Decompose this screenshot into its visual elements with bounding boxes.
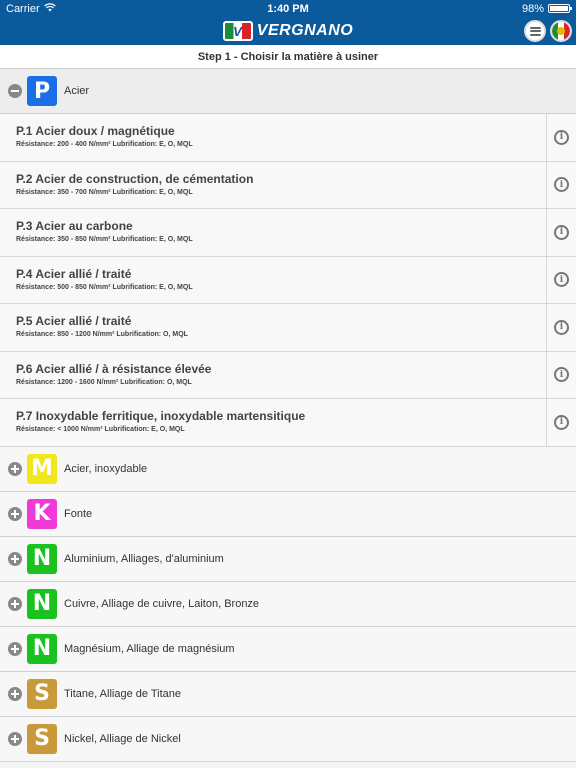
group-label: Fonte: [64, 507, 93, 520]
info-icon: i: [554, 272, 569, 288]
material-item-subtitle: Résistance: < 1000 N/mm² Lubrification: …: [16, 426, 185, 433]
group-header-p[interactable]: P Acier: [0, 69, 576, 114]
material-list: P Acier P.1 Acier doux / magnétique Résis…: [0, 69, 576, 762]
nav-bar: V VERGNANO: [0, 17, 576, 45]
material-badge: S: [27, 723, 57, 754]
group-header[interactable]: M Acier, inoxydable: [0, 446, 576, 492]
battery-icon: [548, 4, 572, 13]
material-item-title: P.1 Acier doux / magnétique: [16, 124, 175, 138]
material-item-subtitle: Résistance: 350 - 700 N/mm² Lubrificatio…: [16, 188, 193, 196]
material-item-title: P.5 Acier allié / traité: [16, 314, 132, 328]
material-item-body[interactable]: P.1 Acier doux / magnétique Résistance: 2…: [0, 114, 546, 161]
material-badge: M: [27, 453, 57, 484]
group-label: Aluminium, Alliages, d'aluminium: [64, 552, 224, 565]
expand-icon[interactable]: [8, 731, 22, 746]
info-icon: i: [554, 367, 569, 383]
expand-icon[interactable]: [8, 506, 22, 521]
material-item-title: P.6 Acier allié / à résistance élevée: [16, 361, 212, 376]
material-badge: N: [27, 588, 57, 619]
group-header[interactable]: N Aluminium, Alliages, d'aluminium: [0, 536, 576, 582]
material-badge: N: [27, 633, 57, 664]
brand-name: VERGNANO: [256, 22, 354, 39]
status-time: 1:40 PM: [267, 2, 309, 15]
material-item-body[interactable]: P.4 Acier allié / traité Résistance: 500 …: [0, 257, 546, 304]
expand-icon[interactable]: [8, 596, 22, 611]
material-item-body[interactable]: P.3 Acier au carbone Résistance: 350 - 85…: [0, 209, 546, 256]
material-item[interactable]: P.3 Acier au carbone Résistance: 350 - 85…: [0, 209, 576, 257]
expand-icon[interactable]: [8, 641, 22, 656]
material-item-body[interactable]: P.5 Acier allié / traité Résistance: 850 …: [0, 304, 546, 351]
material-item-subtitle: Résistance: 850 - 1200 N/mm² Lubrificati…: [16, 331, 188, 338]
group-header[interactable]: S Nickel, Alliage de Nickel: [0, 716, 576, 762]
material-item-subtitle: Résistance: 200 - 400 N/mm² Lubrificatio…: [16, 141, 193, 148]
group-header[interactable]: N Cuivre, Alliage de cuivre, Laiton, Bron…: [0, 581, 576, 627]
material-item-title: P.7 Inoxydable ferritique, inoxydable ma…: [16, 409, 306, 423]
material-item-subtitle: Résistance: 350 - 850 N/mm² Lubrificatio…: [16, 236, 193, 243]
material-item-body[interactable]: P.7 Inoxydable ferritique, inoxydable ma…: [0, 399, 546, 446]
vergnano-logo: V VERGNANO: [222, 21, 354, 41]
language-button[interactable]: [550, 20, 572, 42]
info-icon: i: [554, 224, 569, 240]
step-title: Step 1 - Choisir la matière à usiner: [0, 45, 576, 69]
group-label: Acier, inoxydable: [64, 462, 148, 475]
info-button[interactable]: i: [546, 209, 576, 256]
group-label: Acier: [64, 85, 90, 97]
expand-icon[interactable]: [8, 551, 22, 566]
material-item-title: P.2 Acier de construction, de cémentatio…: [16, 171, 254, 186]
info-icon: i: [554, 319, 569, 335]
material-item-subtitle: Résistance: 500 - 850 N/mm² Lubrificatio…: [16, 283, 193, 291]
material-badge: N: [27, 543, 57, 574]
group-label: Nickel, Alliage de Nickel: [64, 732, 181, 745]
material-item-body[interactable]: P.6 Acier allié / à résistance élevée Rés…: [0, 352, 546, 399]
info-icon: i: [554, 414, 569, 430]
material-item[interactable]: P.7 Inoxydable ferritique, inoxydable ma…: [0, 399, 576, 447]
group-label: Magnésium, Alliage de magnésium: [64, 642, 235, 655]
flag-icon: [552, 22, 570, 40]
material-item-title: P.4 Acier allié / traité: [16, 266, 132, 281]
material-badge: K: [27, 498, 57, 529]
material-item[interactable]: P.5 Acier allié / traité Résistance: 850 …: [0, 304, 576, 352]
expand-icon[interactable]: [8, 686, 22, 701]
material-item[interactable]: P.1 Acier doux / magnétique Résistance: 2…: [0, 114, 576, 162]
material-item-body[interactable]: P.2 Acier de construction, de cémentatio…: [0, 162, 546, 209]
material-item[interactable]: P.2 Acier de construction, de cémentatio…: [0, 161, 576, 209]
info-button[interactable]: i: [546, 399, 576, 446]
info-icon: i: [554, 177, 569, 193]
group-header[interactable]: N Magnésium, Alliage de magnésium: [0, 626, 576, 672]
logo-mark-letter: V: [233, 23, 243, 39]
info-button[interactable]: i: [546, 351, 576, 398]
menu-icon: [529, 26, 541, 36]
info-button[interactable]: i: [546, 161, 576, 208]
material-item-title: P.3 Acier au carbone: [16, 219, 133, 233]
group-label: Cuivre, Alliage de cuivre, Laiton, Bronz…: [64, 597, 260, 610]
status-bar: Carrier 1:40 PM 98%: [0, 0, 576, 17]
info-button[interactable]: i: [546, 114, 576, 161]
info-button[interactable]: i: [546, 304, 576, 351]
group-header[interactable]: S Titane, Alliage de Titane: [0, 671, 576, 717]
info-icon: i: [554, 129, 569, 145]
material-badge: S: [27, 678, 57, 709]
material-item[interactable]: P.4 Acier allié / traité Résistance: 500 …: [0, 256, 576, 304]
menu-button[interactable]: [524, 20, 546, 42]
material-badge: P: [27, 76, 57, 106]
logo-mark-icon: V: [222, 21, 253, 41]
expand-icon[interactable]: [8, 461, 22, 476]
info-button[interactable]: i: [546, 256, 576, 303]
material-item-subtitle: Résistance: 1200 - 1600 N/mm² Lubrificat…: [16, 378, 192, 386]
group-label: Titane, Alliage de Titane: [64, 687, 182, 700]
material-item[interactable]: P.6 Acier allié / à résistance élevée Rés…: [0, 351, 576, 399]
collapse-icon[interactable]: [8, 84, 22, 98]
group-header[interactable]: K Fonte: [0, 491, 576, 537]
